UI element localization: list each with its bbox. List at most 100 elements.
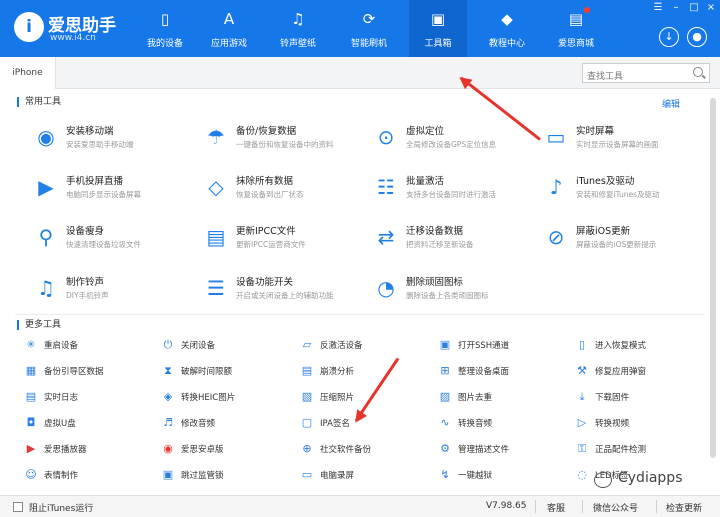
tool-emoji-maker[interactable]: ☺ 表情制作 [24,467,184,485]
nav-apps-games[interactable]: A 应用游戏 [200,0,258,57]
close-icon[interactable]: × [705,2,717,13]
tool-desc: 删除设备上各类顽固图标 [406,291,489,300]
tool-delete-stubborn-icons[interactable]: ◔ 删除顽固图标 删除设备上各类顽固图标 [366,270,536,310]
support-button[interactable]: 客服 [547,501,565,514]
tool-virtual-usb[interactable]: ◘ 虚拟U盘 [24,415,184,433]
nav-my-device[interactable]: ▯ 我的设备 [136,0,194,57]
tool-compress-photos[interactable]: ▧ 压缩照片 [300,389,460,407]
menu-icon[interactable]: ☰ [652,2,664,13]
tool-desc: 安装爱思助手移动端 [66,140,134,149]
download-manager-button[interactable]: ↓ [659,27,679,47]
search-icon[interactable] [693,67,703,77]
tool-convert-audio[interactable]: ∿ 转换音频 [438,415,598,433]
tool-feature-toggles[interactable]: ☰ 设备功能开关 开启或关闭设备上的辅助功能 [196,270,366,310]
tool-backup-restore[interactable]: ☂ 备份/恢复数据 一键备份和恢复设备中的资料 [196,119,366,159]
nav-ringtones[interactable]: ♫ 铃声壁纸 [269,0,327,57]
nav-smart-flash[interactable]: ⟳ 智能刷机 [340,0,398,57]
check-update-button[interactable]: 检查更新 [666,501,702,514]
maximize-icon[interactable]: □ [688,2,700,13]
tool-dedupe-photos[interactable]: ▨ 图片去重 [438,389,598,407]
tool-convert-heic[interactable]: ◈ 转换HEIC图片 [161,389,321,407]
tool-live-log[interactable]: ▤ 实时日志 [24,389,184,407]
eraser-icon: ◇ [208,175,224,199]
wechat-button[interactable]: 微信公众号 [593,501,638,514]
block-itunes-label[interactable]: 阻止iTunes运行 [29,501,93,514]
heic-icon: ◈ [163,390,173,403]
ipcc-file-icon: ▤ [206,225,226,249]
search-input[interactable] [583,68,687,86]
flash-icon: ⟳ [362,10,376,28]
section-title-common: 常用工具 [17,97,61,107]
watermark-text: Cydiapps [618,470,683,486]
tool-ipa-sign[interactable]: ▢ IPA签名 [300,415,460,433]
log-icon: ▤ [25,390,37,403]
hourglass-icon: ⧗ [164,364,172,377]
graduation-cap-icon: ◆ [501,10,513,28]
device-tab-bar: iPhone [0,57,720,89]
tool-fix-app-popup[interactable]: ⚒ 修复应用弹窗 [575,363,720,381]
tool-i4-android[interactable]: ◉ 爱思安卓版 [161,441,321,459]
record-icon: ▭ [301,468,313,481]
tool-i4-player[interactable]: ▶ 爱思播放器 [24,441,184,459]
tool-manage-profiles[interactable]: ⚙ 管理描述文件 [438,441,598,459]
tab-iphone[interactable]: iPhone [0,57,56,89]
tool-download-firmware[interactable]: ⤓ 下载固件 [575,389,720,407]
tool-label: 表情制作 [44,471,79,481]
tool-desc: 快速清理设备垃圾文件 [66,240,141,249]
backup-boot-icon: ▦ [25,364,37,377]
tool-backup-boot[interactable]: ▦ 备份引导区数据 [24,363,184,381]
tool-skip-supervision[interactable]: ▣ 跳过监管锁 [161,467,321,485]
tool-jailbreak[interactable]: ↯ 一键越狱 [438,467,598,485]
tool-batch-activate[interactable]: ☷ 批量激活 支持多台设备同时进行激活 [366,169,536,209]
arrow-down-icon: ↓ [664,30,674,43]
version-label: V7.98.65 [486,501,527,511]
tool-accessory-check[interactable]: ⚿ 正品配件检测 [575,441,720,459]
pie-icon: ◔ [377,276,395,300]
tool-deactivate-device[interactable]: ▱ 反激活设备 [300,337,460,355]
music-icon: ♫ [291,10,305,28]
tool-block-ios-update[interactable]: ⊘ 屏蔽iOS更新 屏蔽设备的iOS更新提示 [536,219,706,259]
tool-crash-analysis[interactable]: ▤ 崩溃分析 [300,363,460,381]
tool-crack-time-limit[interactable]: ⧗ 破解时间限额 [161,363,321,381]
tool-erase-all[interactable]: ◇ 抹除所有数据 恢复设备到出厂状态 [196,169,366,209]
user-account-button[interactable]: ● [687,27,707,47]
tool-label: 打开SSH通道 [458,341,510,351]
tool-search-box[interactable] [582,63,710,86]
vertical-scrollbar[interactable] [710,98,716,458]
deactivate-icon: ▱ [302,338,312,351]
tool-organize-desktop[interactable]: ⊞ 整理设备桌面 [438,363,598,381]
tool-name: 抹除所有数据 [236,176,294,187]
tool-update-ipcc[interactable]: ▤ 更新IPCC文件 更新IPCC运营商文件 [196,219,366,259]
tool-desc: 全局修改设备GPS定位信息 [406,140,497,149]
tool-edit-audio[interactable]: ♬ 修改音频 [161,415,321,433]
tool-live-screen[interactable]: ▭ 实时屏幕 实时显示设备屏幕的画面 [536,119,706,159]
nav-store[interactable]: ▤ 爱思商城 [547,0,605,57]
tool-convert-video[interactable]: ▷ 转换视频 [575,415,720,433]
apps-icon: A [223,10,235,28]
tool-name: iTunes及驱动 [576,176,635,187]
block-itunes-checkbox[interactable] [13,502,23,512]
tool-itunes-driver[interactable]: ♪ iTunes及驱动 安装和修复iTunes及驱动 [536,169,706,209]
tool-make-ringtone[interactable]: ♫ 制作铃声 DIY手机铃声 [26,270,196,310]
tool-desc: 电脑同步显示设备屏幕 [66,190,141,199]
tool-social-backup[interactable]: ⊕ 社交软件备份 [300,441,460,459]
tool-recovery-mode[interactable]: ▯ 进入恢复模式 [575,337,720,355]
tool-install-mobile[interactable]: ◉ 安装移动端 安装爱思助手移动端 [26,119,196,159]
nav-tutorials[interactable]: ◆ 教程中心 [478,0,536,57]
tool-screen-record[interactable]: ▭ 电脑录屏 [300,467,460,485]
bell-icon: ♫ [37,276,55,300]
tool-shutdown-device[interactable]: ⏻ 关闭设备 [161,337,321,355]
android-icon: ◉ [163,442,173,455]
tool-open-ssh[interactable]: ▣ 打开SSH通道 [438,337,598,355]
tool-label: 转换HEIC图片 [181,393,236,403]
tool-virtual-location[interactable]: ⊙ 虚拟定位 全局修改设备GPS定位信息 [366,119,536,159]
toggle-icon: ☰ [207,276,225,300]
tool-restart-device[interactable]: ✳ 重启设备 [24,337,184,355]
nav-toolbox[interactable]: ▣ 工具箱 [409,0,467,57]
tool-screen-cast[interactable]: ▶ 手机投屏直播 电脑同步显示设备屏幕 [26,169,196,209]
edit-link[interactable]: 编辑 [662,97,680,110]
tool-device-clean[interactable]: ⚲ 设备瘦身 快速清理设备垃圾文件 [26,219,196,259]
tool-migrate-data[interactable]: ⇄ 迁移设备数据 把资料迁移至新设备 [366,219,536,259]
tool-label: 破解时间限额 [181,367,233,377]
minimize-icon[interactable]: – [670,2,682,13]
